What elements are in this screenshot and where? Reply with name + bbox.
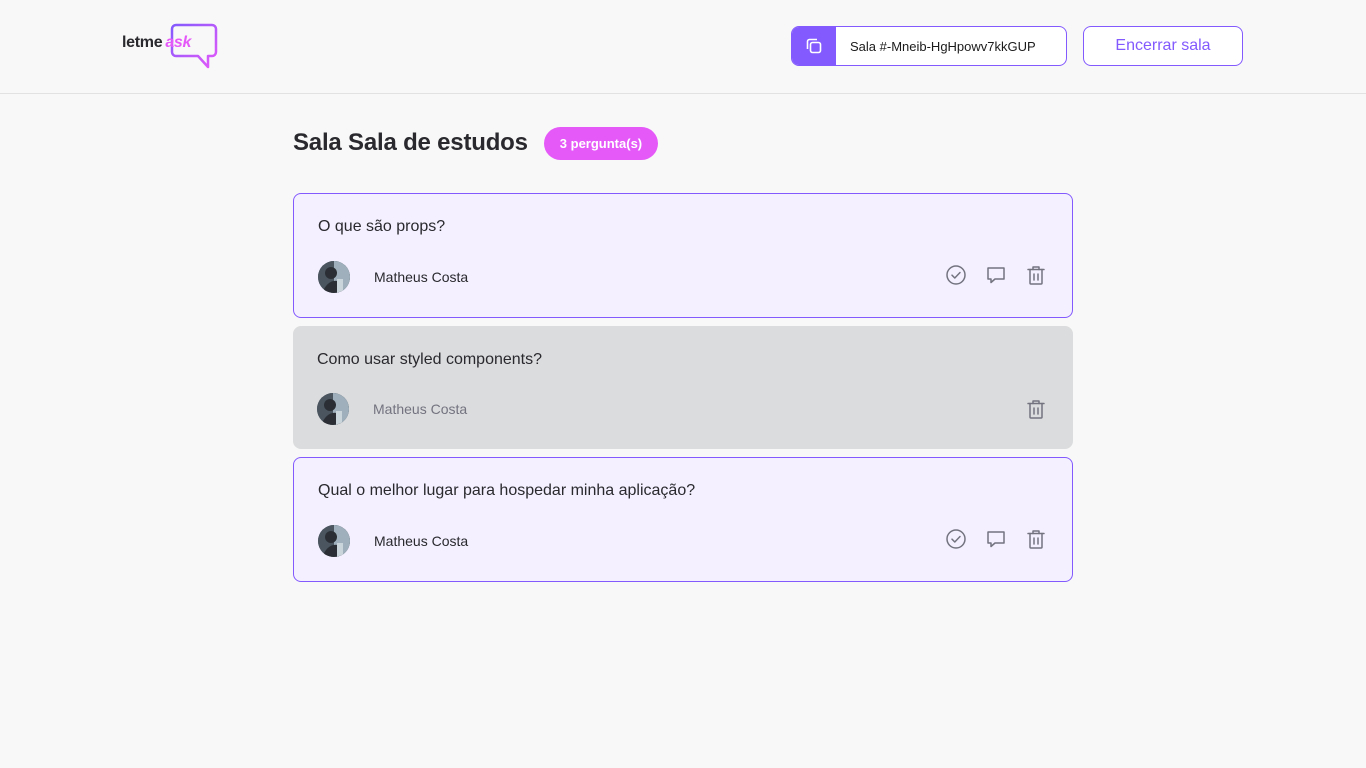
- question-card: Como usar styled components? Matheus Cos…: [293, 326, 1073, 449]
- mark-answered-button[interactable]: [944, 263, 968, 287]
- letmeask-logo[interactable]: letme ask: [122, 22, 218, 70]
- room-code-label: Sala #-Mneib-HgHpowv7kkGUP: [850, 38, 1036, 54]
- highlight-button[interactable]: [984, 263, 1008, 287]
- app-header: letme ask Sala #-Mneib-HgHpowv7kkGUP Ence…: [0, 0, 1366, 94]
- room-title-row: Sala Sala de estudos 3 pergunta(s): [293, 126, 659, 160]
- question-actions: [944, 263, 1048, 287]
- question-count-badge: 3 pergunta(s): [543, 126, 659, 160]
- delete-question-button[interactable]: [1024, 527, 1048, 551]
- delete-question-button[interactable]: [1024, 397, 1048, 421]
- check-icon: [946, 529, 966, 549]
- question-actions: [944, 527, 1048, 551]
- end-room-button[interactable]: Encerrar sala: [1083, 26, 1243, 66]
- mark-answered-button[interactable]: [944, 527, 968, 551]
- copy-button[interactable]: [792, 27, 836, 65]
- author-name: Matheus Costa: [373, 401, 468, 417]
- question-content: Qual o melhor lugar para hospedar minha …: [318, 482, 696, 499]
- copy-icon: [806, 38, 822, 54]
- chat-bubble-icon: [987, 267, 1005, 284]
- author-name: Matheus Costa: [374, 269, 469, 285]
- question-author: Matheus Costa: [318, 525, 468, 557]
- room-code-button[interactable]: Sala #-Mneib-HgHpowv7kkGUP: [791, 26, 1067, 66]
- avatar: [317, 393, 349, 425]
- question-card: Qual o melhor lugar para hospedar minha …: [293, 457, 1073, 582]
- question-content: O que são props?: [318, 218, 446, 235]
- question-card: O que são props? Matheus Costa: [293, 193, 1073, 318]
- question-author: Matheus Costa: [318, 261, 468, 293]
- author-name: Matheus Costa: [374, 533, 469, 549]
- question-actions: [1024, 397, 1048, 421]
- question-content: Como usar styled components?: [317, 351, 542, 368]
- trash-icon: [1027, 266, 1045, 285]
- room-title: Sala Sala de estudos: [293, 129, 528, 156]
- avatar: [318, 525, 350, 557]
- delete-question-button[interactable]: [1024, 263, 1048, 287]
- check-icon: [946, 265, 966, 285]
- avatar: [318, 261, 350, 293]
- logo-text: letme ask: [122, 34, 192, 51]
- trash-icon: [1027, 400, 1045, 419]
- chat-bubble-icon: [987, 531, 1005, 548]
- question-author: Matheus Costa: [317, 393, 467, 425]
- trash-icon: [1027, 530, 1045, 549]
- highlight-button[interactable]: [984, 527, 1008, 551]
